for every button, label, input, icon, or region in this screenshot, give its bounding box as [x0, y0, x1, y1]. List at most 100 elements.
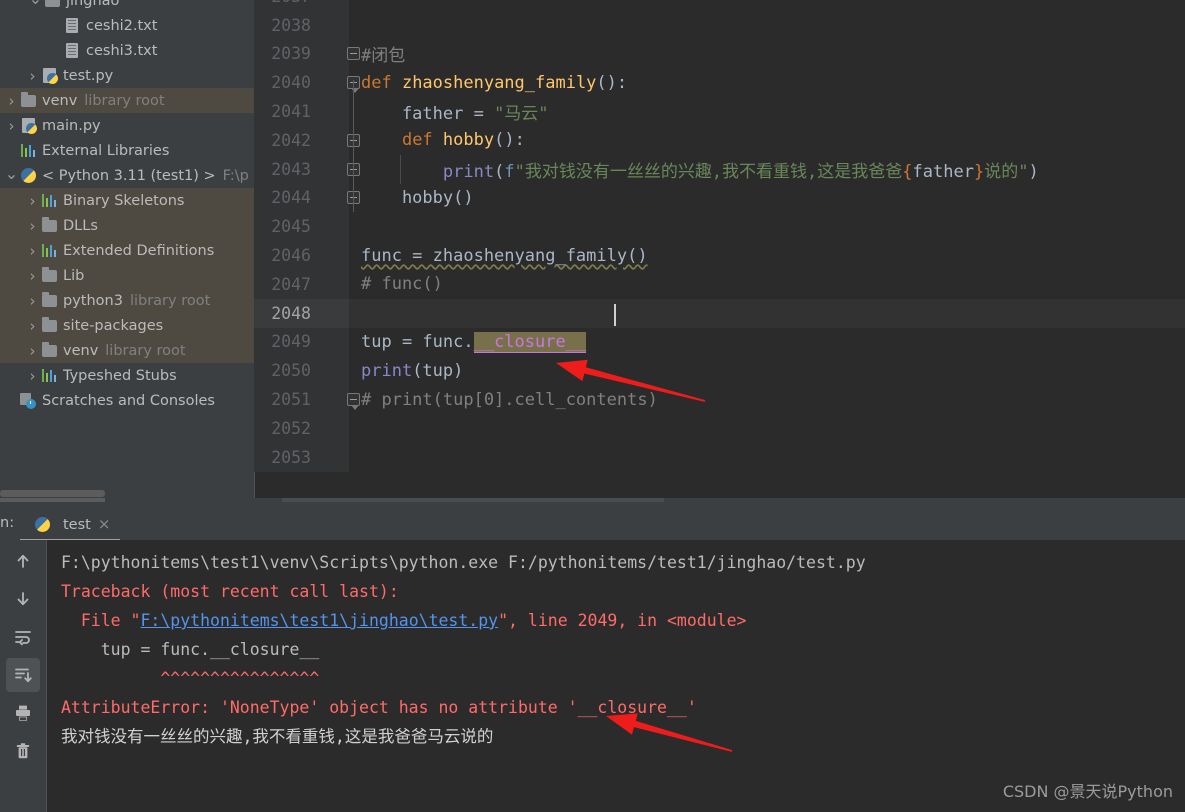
folder-icon — [40, 216, 58, 234]
code-text[interactable]: hobby() — [349, 188, 474, 208]
console-output[interactable]: F:\pythonitems\test1\venv\Scripts\python… — [47, 540, 1185, 812]
chevron-right-icon[interactable]: › — [25, 242, 40, 260]
code-text[interactable]: def hobby(): — [349, 130, 525, 150]
file-path-link[interactable]: F:\pythonitems\test1\jinghao\test.py — [140, 611, 498, 630]
chevron-down-icon[interactable]: ⌄ — [4, 164, 19, 183]
tree-item-ceshi2-txt[interactable]: ceshi2.txt — [0, 13, 254, 38]
scrollbar-thumb[interactable] — [0, 490, 105, 497]
chevron-down-icon[interactable]: ⌄ — [28, 0, 43, 8]
tree-item-label: Binary Skeletons — [63, 192, 185, 209]
tree-item-venv[interactable]: › venv library root — [0, 338, 254, 363]
run-tab-test[interactable]: test × — [25, 509, 118, 540]
editor-line-2051[interactable]: 2051 # print(tup[0].cell_contents) — [254, 385, 1185, 414]
chevron-right-icon[interactable]: › — [25, 67, 40, 85]
console-toolbar[interactable] — [0, 540, 46, 812]
print-icon[interactable] — [6, 696, 40, 730]
run-tab-bar[interactable]: n: test × — [0, 505, 1185, 542]
tree-item-extended-definitions[interactable]: › Extended Definitions — [0, 238, 254, 263]
tree-item-test-py[interactable]: › test.py — [0, 63, 254, 88]
code-text[interactable]: print(f"我对钱没有一丝丝的兴趣,我不看重钱,这是我爸爸{father}说… — [349, 157, 1039, 182]
tree-item-main-py[interactable]: › main.py — [0, 113, 254, 138]
tree-item-typeshed-stubs[interactable]: › Typeshed Stubs — [0, 363, 254, 388]
soft-wrap-icon[interactable] — [6, 620, 40, 654]
editor-line-2042[interactable]: 2042 def hobby(): — [254, 125, 1185, 155]
code-text[interactable]: func = zhaoshenyang_family() — [349, 246, 648, 266]
fold-toggle-icon[interactable] — [342, 40, 364, 69]
code-token: print — [361, 360, 413, 381]
run-panel-splitter[interactable] — [0, 498, 1185, 505]
tree-item-label: Scratches and Consoles — [42, 392, 215, 409]
chevron-right-icon[interactable]: › — [25, 367, 40, 385]
editor-line-2044[interactable]: 2044 hobby() — [254, 183, 1185, 213]
run-tool-window[interactable]: n: test × F:\pythonitems\test1\venv\Scri… — [0, 498, 1185, 812]
chevron-right-icon[interactable]: › — [25, 192, 40, 210]
scroll-down-icon[interactable] — [6, 582, 40, 616]
editor-line-2045[interactable]: 2045 — [254, 212, 1185, 242]
sidebar-horizontal-scrollbar[interactable] — [0, 488, 254, 498]
line-number: 2045 — [254, 212, 349, 242]
tree-item-site-packages[interactable]: › site-packages — [0, 313, 254, 338]
close-icon[interactable]: × — [98, 517, 111, 532]
chevron-right-icon[interactable]: › — [25, 217, 40, 235]
editor-line-2043[interactable]: 2043 print(f"我对钱没有一丝丝的兴趣,我不看重钱,这是我爸爸{fat… — [254, 154, 1185, 184]
editor-line-2050[interactable]: 2050 print(tup) — [254, 356, 1185, 386]
code-editor[interactable]: 203720382039#闭包2040def zhaoshenyang_fami… — [254, 0, 1185, 498]
code-token: father — [912, 161, 974, 182]
tree-item-label: < Python 3.11 (test1) > — [42, 167, 216, 184]
tree-item-external-libraries[interactable]: External Libraries — [0, 138, 254, 163]
editor-line-2039[interactable]: 2039 #闭包 — [254, 39, 1185, 69]
code-text[interactable]: tup = func.__closure__ — [349, 331, 587, 353]
line-number: 2040 — [254, 68, 349, 98]
project-tree-rows[interactable]: ⌄jinghaoceshi2.txtceshi3.txt›test.py›ven… — [0, 0, 254, 413]
tree-item-label: Typeshed Stubs — [63, 367, 177, 384]
chevron-right-icon[interactable]: › — [4, 92, 19, 110]
scroll-up-icon[interactable] — [6, 544, 40, 578]
highlighted-closure-token: __closure__ — [473, 331, 587, 353]
tree-item-venv[interactable]: › venv library root — [0, 88, 254, 113]
chevron-right-icon[interactable]: › — [25, 267, 40, 285]
editor-line-2037[interactable]: 2037 — [254, 0, 1185, 11]
tree-item-label: Extended Definitions — [63, 242, 215, 259]
chevron-right-icon[interactable]: › — [25, 317, 40, 335]
tree-item-ceshi3-txt[interactable]: ceshi3.txt — [0, 38, 254, 63]
chevron-right-icon[interactable]: › — [25, 342, 40, 360]
tree-item-label: venv — [63, 342, 99, 359]
chevron-right-icon[interactable]: › — [4, 117, 19, 135]
editor-line-2047[interactable]: 2047 # func() — [254, 269, 1185, 299]
tree-item-python-3-11-test1[interactable]: ⌄ < Python 3.11 (test1) > F:\p — [0, 163, 254, 188]
code-token: def — [361, 72, 402, 93]
folder-icon — [43, 0, 61, 9]
clear-all-icon[interactable] — [6, 734, 40, 768]
line-number: 2041 — [254, 97, 349, 126]
editor-line-2048[interactable]: 2048 — [254, 298, 1185, 328]
editor-line-2053[interactable]: 2053 — [254, 442, 1185, 472]
editor-line-2038[interactable]: 2038 — [254, 10, 1185, 40]
splitter-segment-right — [282, 498, 664, 502]
editor-line-2049[interactable]: 2049 tup = func.__closure__ — [254, 327, 1185, 357]
tree-item-dlls[interactable]: › DLLs — [0, 213, 254, 238]
tree-item-scratches-and-consoles[interactable]: Scratches and Consoles — [0, 388, 254, 413]
tree-item-lib[interactable]: › Lib — [0, 263, 254, 288]
code-text[interactable]: # print(tup[0].cell_contents) — [349, 390, 658, 410]
tree-item-label: venv — [42, 92, 78, 109]
chevron-right-icon[interactable]: › — [25, 292, 40, 310]
editor-line-2052[interactable]: 2052 — [254, 413, 1185, 443]
code-text[interactable]: father = "马云" — [349, 99, 549, 124]
tree-item-python3[interactable]: › python3 library root — [0, 288, 254, 313]
tree-item-jinghao[interactable]: ⌄ jinghao — [0, 0, 254, 13]
editor-line-2046[interactable]: 2046 func = zhaoshenyang_family() — [254, 241, 1185, 270]
project-tree-panel[interactable]: ⌄jinghaoceshi2.txtceshi3.txt›test.py›ven… — [0, 0, 254, 498]
code-text[interactable]: # func() — [349, 274, 443, 294]
editor-line-2041[interactable]: 2041 father = "马云" — [254, 97, 1185, 126]
editor-line-2040[interactable]: 2040 def zhaoshenyang_family(): — [254, 68, 1185, 98]
fold-toggle-icon[interactable] — [342, 385, 364, 414]
code-text[interactable]: def zhaoshenyang_family(): — [349, 73, 627, 93]
code-text[interactable]: print(tup) — [349, 361, 463, 381]
editor-lines[interactable]: 203720382039#闭包2040def zhaoshenyang_fami… — [254, 0, 1185, 472]
library-bars-icon — [40, 243, 58, 259]
scroll-to-end-icon[interactable] — [6, 658, 40, 692]
tree-item-binary-skeletons[interactable]: › Binary Skeletons — [0, 188, 254, 213]
